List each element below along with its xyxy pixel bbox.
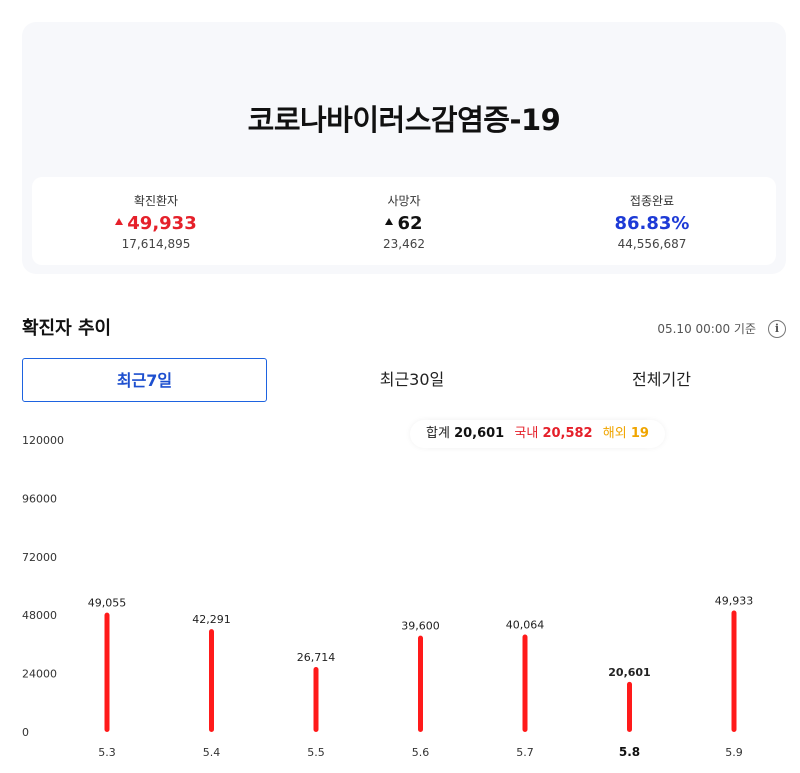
stat-main-value: 49,933: [32, 212, 280, 236]
stat-label: 사망자: [387, 194, 421, 208]
base-time: 05.10 00:00 기준: [657, 322, 756, 336]
deaths-daily: 62: [397, 213, 423, 234]
summary-card: 코로나바이러스감염증-19 확진환자 49,933 17,614,895 사망자…: [22, 22, 786, 274]
trend-section-title: 확진자 추이: [22, 318, 112, 339]
bar-value-label: 49,055: [88, 597, 127, 610]
bar-5.7[interactable]: [522, 634, 528, 732]
period-tabs: 최근7일 최근30일 전체기간: [22, 358, 786, 402]
stat-sub-value: 17,614,895: [121, 237, 191, 251]
x-tick-label: 5.9: [725, 746, 743, 759]
x-tick-label: 5.7: [516, 746, 534, 759]
domestic-value: 20,582: [542, 426, 593, 441]
domestic-label: 국내: [514, 426, 539, 441]
stat-sub-value: 44,556,687: [617, 237, 687, 251]
stat-label: 접종완료: [629, 194, 675, 208]
tab-recent-7-days[interactable]: 최근7일: [22, 358, 267, 402]
overseas-value: 19: [630, 426, 649, 441]
bar-value-label: 49,933: [715, 594, 754, 607]
x-tick-label: 5.3: [98, 746, 116, 759]
bar-value-label: 26,714: [297, 651, 336, 664]
x-tick-label: 5.6: [412, 746, 430, 759]
bar-5.3[interactable]: [104, 612, 110, 732]
arrow-up-icon: [385, 217, 394, 225]
bar-value-label: 40,064: [506, 619, 545, 632]
stat-confirmed: 확진환자 49,933 17,614,895: [32, 177, 280, 265]
bar-5.4[interactable]: [209, 629, 214, 732]
stats-box: 확진환자 49,933 17,614,895 사망자 62 23,462 접종완…: [32, 177, 776, 265]
stat-main-value: 62: [280, 212, 528, 236]
x-tick-label: 5.8: [619, 745, 640, 759]
total-value: 20,601: [454, 426, 505, 441]
y-tick-label: 48000: [22, 609, 57, 622]
stat-deaths: 사망자 62 23,462: [280, 177, 528, 265]
stat-label: 확진환자: [133, 194, 179, 208]
confirmed-trend-chart: 0 24000 48000 72000 96000 120000 49,055 5.3 42,2…: [22, 434, 754, 759]
stat-vaccinated: 접종완료 86.83% 44,556,687: [528, 177, 776, 265]
stat-main-value: 86.83%: [614, 213, 690, 234]
stat-sub-value: 23,462: [383, 237, 425, 251]
confirmed-daily: 49,933: [127, 213, 197, 234]
x-tick-label: 5.5: [307, 746, 325, 759]
bar-value-label: 39,600: [401, 620, 440, 633]
y-tick-label: 0: [22, 726, 29, 739]
y-tick-label: 72000: [22, 551, 57, 564]
overseas-label: 해외: [602, 426, 627, 441]
page-title: 코로나바이러스감염증-19: [247, 103, 561, 137]
bar-5.6[interactable]: [418, 635, 423, 732]
total-label: 합계: [426, 426, 450, 441]
bar-value-label: 20,601: [608, 666, 650, 679]
tab-all-period[interactable]: 전체기간: [537, 358, 786, 402]
x-tick-label: 5.4: [203, 746, 221, 759]
y-tick-label: 96000: [22, 492, 57, 505]
tab-recent-30-days[interactable]: 최근30일: [287, 358, 537, 402]
selected-day-summary: 합계 20,601 국내 20,582 해외 19: [410, 420, 665, 448]
bar-5.5[interactable]: [313, 666, 319, 732]
y-tick-label: 24000: [22, 668, 57, 681]
bar-5.9[interactable]: [731, 610, 737, 732]
bar-value-label: 42,291: [192, 613, 231, 626]
arrow-up-icon: [115, 217, 124, 225]
y-tick-label: 120000: [22, 434, 64, 447]
info-icon[interactable]: i: [768, 320, 786, 338]
bar-5.8[interactable]: [627, 681, 632, 732]
